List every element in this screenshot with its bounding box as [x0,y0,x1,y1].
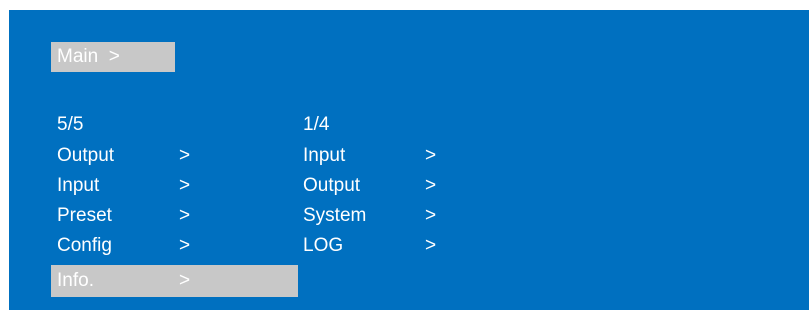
menu-item-label: LOG [303,235,344,256]
menu-item-label: Output [57,145,115,166]
right-page-indicator: 1/4 [303,114,330,135]
chevron-right-icon: > [425,235,437,256]
main-menu-button[interactable]: Main > [51,42,175,72]
menu-item-label: Input [303,145,346,166]
left-menu-item-output[interactable]: Output > [51,140,298,172]
chevron-right-icon: > [425,175,437,196]
right-menu-item-input[interactable]: Input > [297,140,497,172]
menu-item-label: Preset [57,205,112,226]
chevron-right-icon: > [179,145,191,166]
menu-item-label: Config [57,235,112,256]
chevron-right-icon: > [179,235,191,256]
chevron-right-icon: > [179,270,191,291]
chevron-right-icon: > [179,175,191,196]
menu-item-label: Output [303,175,361,196]
menu-item-label: Input [57,175,100,196]
left-menu-item-input[interactable]: Input > [51,170,298,202]
menu-screen: Main > 5/5 Output > Input > Preset > Con… [9,10,809,310]
right-menu-item-system[interactable]: System > [297,200,497,232]
right-menu-item-log[interactable]: LOG > [297,230,497,262]
right-menu-item-output[interactable]: Output > [297,170,497,202]
menu-item-label: Info. [57,270,94,291]
menu-item-label: System [303,205,367,226]
left-menu-item-config[interactable]: Config > [51,230,298,262]
left-page-indicator: 5/5 [57,114,84,135]
chevron-right-icon: > [425,145,437,166]
chevron-right-icon: > [179,205,191,226]
left-menu-item-preset[interactable]: Preset > [51,200,298,232]
chevron-right-icon: > [425,205,437,226]
left-menu-item-info[interactable]: Info. > [51,265,298,297]
